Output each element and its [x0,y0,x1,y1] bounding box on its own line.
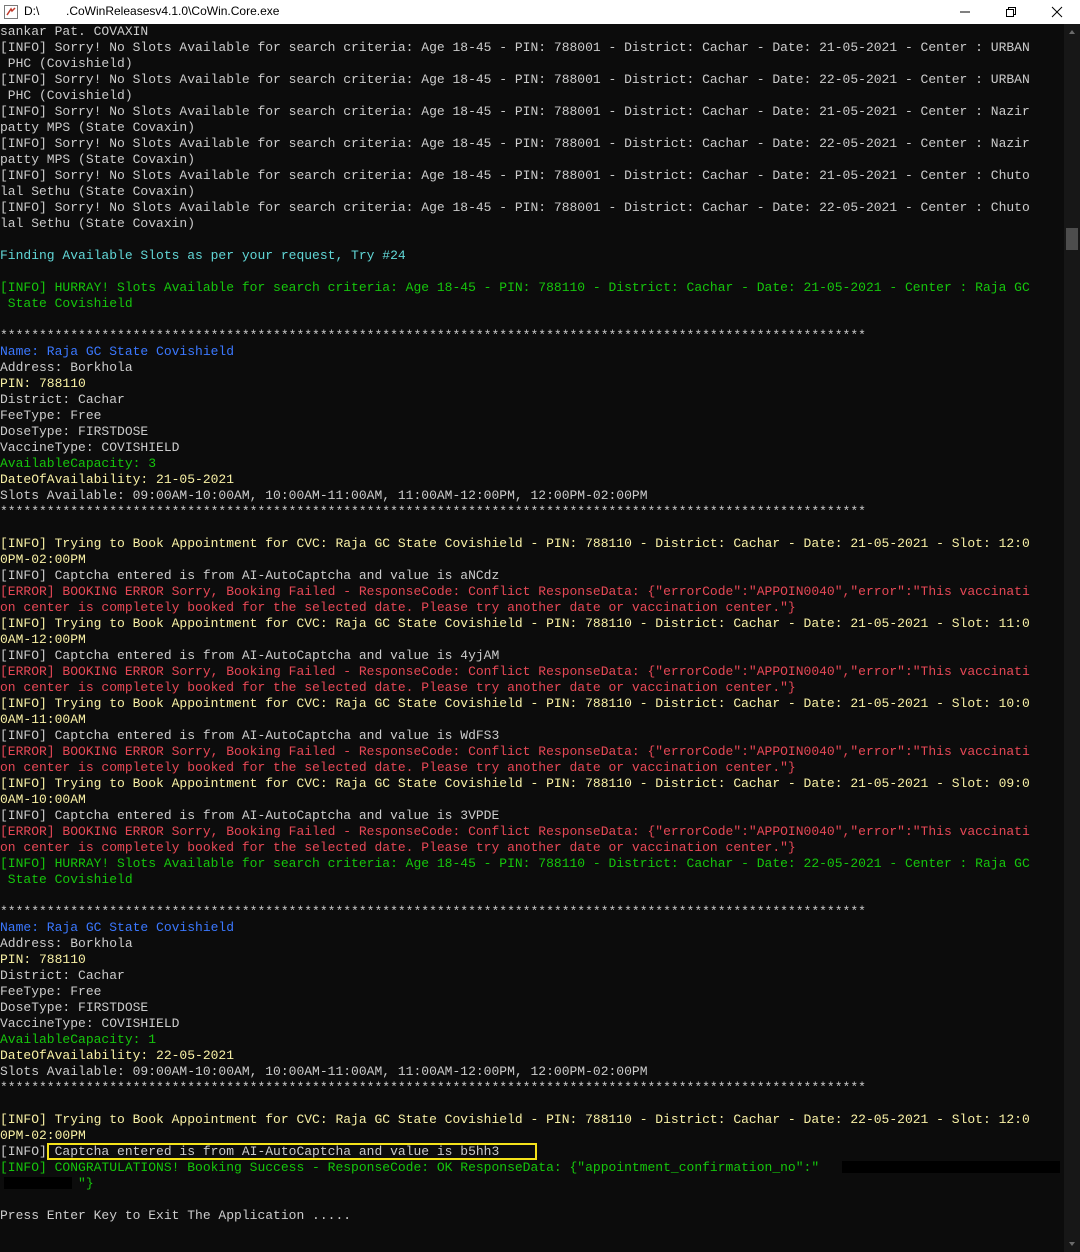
console-line: [ERROR] BOOKING ERROR Sorry, Booking Fai… [0,664,1030,679]
console-line: lal Sethu (State Covaxin) [0,184,196,199]
console-line: [INFO] Sorry! No Slots Available for sea… [0,200,1030,215]
console-app-icon [4,5,18,19]
redaction-bar [842,1161,1060,1173]
captcha-highlight-box [47,1143,537,1160]
console-line: AvailableCapacity: 1 [0,1032,157,1047]
console-line: DoseType: FIRSTDOSE [0,424,149,439]
window-title: D:\ .CoWinReleasesv4.1.0\CoWin.Core.exe [24,4,280,18]
vertical-scrollbar[interactable] [1064,24,1080,1252]
console-line: VaccineType: COVISHIELD [0,1016,180,1031]
console-line: [INFO] Sorry! No Slots Available for sea… [0,72,1030,87]
console-line: [INFO] Trying to Book Appointment for CV… [0,696,1030,711]
redaction-bar [4,1177,72,1189]
console-line: District: Cachar [0,392,125,407]
close-button[interactable] [1034,0,1080,24]
console-line: State Covishield [0,296,133,311]
console-line: AvailableCapacity: 3 [0,456,157,471]
console-line: [ERROR] BOOKING ERROR Sorry, Booking Fai… [0,824,1030,839]
console-line: [INFO] HURRAY! Slots Available for searc… [0,280,1030,295]
console-line: 0AM-10:00AM [0,792,86,807]
console-line: lal Sethu (State Covaxin) [0,216,196,231]
scroll-down-arrow-icon[interactable] [1064,1236,1080,1252]
console-line: 0PM-02:00PM [0,1128,86,1143]
console-line: 0AM-11:00AM [0,712,86,727]
console-line: [INFO] Captcha entered is from AI-AutoCa… [0,648,500,663]
console-line: [INFO] Captcha entered is from AI-AutoCa… [0,568,500,583]
console-line: ****************************************… [0,328,866,343]
console-line: PIN: 788110 [0,376,86,391]
console-line: PHC (Covishield) [0,88,133,103]
console-line: Slots Available: 09:00AM-10:00AM, 10:00A… [0,488,648,503]
console-line: patty MPS (State Covaxin) [0,120,196,135]
console-line: [ERROR] BOOKING ERROR Sorry, Booking Fai… [0,584,1030,599]
console-line: Address: Borkhola [0,936,133,951]
console-line: Finding Available Slots as per your requ… [0,248,406,263]
console-line: [INFO] Trying to Book Appointment for CV… [0,536,1030,551]
scrollbar-thumb[interactable] [1066,228,1078,250]
console-line: State Covishield [0,872,133,887]
console-line: on center is completely booked for the s… [0,680,796,695]
console-line: patty MPS (State Covaxin) [0,152,196,167]
console-line: Slots Available: 09:00AM-10:00AM, 10:00A… [0,1064,648,1079]
console-line: on center is completely booked for the s… [0,760,796,775]
console-line: [INFO] Captcha entered is from AI-AutoCa… [0,728,500,743]
restore-icon [1006,7,1016,17]
console-line: FeeType: Free [0,408,102,423]
console-line: ****************************************… [0,504,866,519]
console-line: FeeType: Free [0,984,102,999]
console-line: VaccineType: COVISHIELD [0,440,180,455]
console-line: Name: Raja GC State Covishield [0,920,235,935]
title-bar: D:\ .CoWinReleasesv4.1.0\CoWin.Core.exe [0,0,1080,24]
console-line: DateOfAvailability: 22-05-2021 [0,1048,235,1063]
console-line: [INFO] CONGRATULATIONS! Booking Success … [0,1160,820,1175]
console-line: Press Enter Key to Exit The Application … [0,1208,352,1223]
console-line: PHC (Covishield) [0,56,133,71]
console-line: [INFO] Sorry! No Slots Available for sea… [0,40,1030,55]
console-line: DateOfAvailability: 21-05-2021 [0,472,235,487]
console-line: PIN: 788110 [0,952,86,967]
console-line: [INFO] Trying to Book Appointment for CV… [0,1112,1030,1127]
console-line: on center is completely booked for the s… [0,600,796,615]
console-line: sankar Pat. COVAXIN [0,24,149,39]
console-line: [INFO] HURRAY! Slots Available for searc… [0,856,1030,871]
console-line: 0AM-12:00PM [0,632,86,647]
maximize-button[interactable] [988,0,1034,24]
console-line: DoseType: FIRSTDOSE [0,1000,149,1015]
console-line: District: Cachar [0,968,125,983]
console-line: [INFO] Captcha entered is from AI-AutoCa… [0,808,500,823]
console-line: [ERROR] BOOKING ERROR Sorry, Booking Fai… [0,744,1030,759]
minimize-icon [960,11,970,13]
console-line: Address: Borkhola [0,360,133,375]
close-icon [1051,6,1063,18]
console-line: ****************************************… [0,904,866,919]
console-line: ****************************************… [0,1080,866,1095]
console-line: [INFO] Sorry! No Slots Available for sea… [0,104,1030,119]
console-line: Name: Raja GC State Covishield [0,344,235,359]
console-line: [INFO] Sorry! No Slots Available for sea… [0,136,1030,151]
console-line: [INFO] Sorry! No Slots Available for sea… [0,168,1030,183]
console-line: [INFO] Trying to Book Appointment for CV… [0,776,1030,791]
console-line: on center is completely booked for the s… [0,840,796,855]
console-line: [INFO] Trying to Book Appointment for CV… [0,616,1030,631]
minimize-button[interactable] [942,0,988,24]
console-output[interactable]: sankar Pat. COVAXIN [INFO] Sorry! No Slot… [0,24,1064,1252]
console-line: 0PM-02:00PM [0,552,86,567]
scroll-up-arrow-icon[interactable] [1064,24,1080,40]
